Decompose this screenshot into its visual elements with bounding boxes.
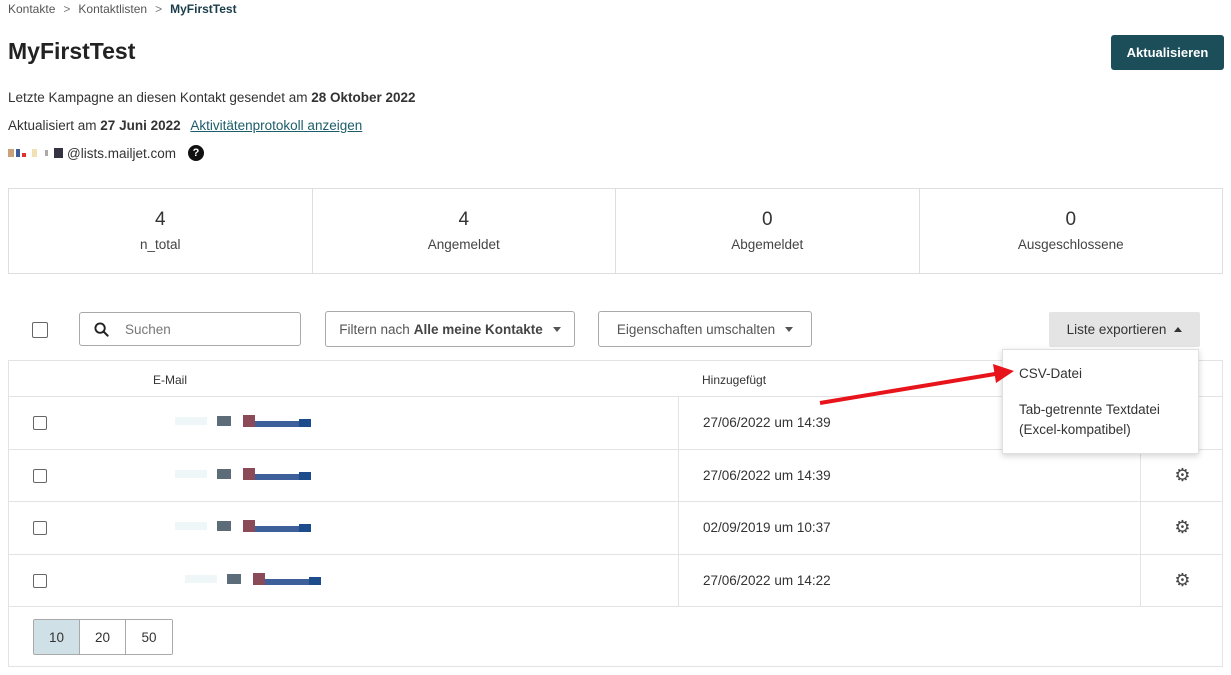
last-campaign-label: Letzte Kampagne an diesen Kontakt gesend… [8,90,308,105]
list-email: @lists.mailjet.com ? [8,145,204,161]
table-row: 02/09/2019 um 10:37 ⚙ [9,502,1222,555]
page-size-selector: 10 20 50 [33,619,173,655]
search-input[interactable] [123,320,277,338]
caret-down-icon [552,326,561,332]
stat-value: 4 [458,209,470,230]
breadcrumb-item-contacts[interactable]: Kontakte [8,2,55,16]
export-list-button[interactable]: Liste exportieren [1049,312,1200,347]
breadcrumb-current: MyFirstTest [170,2,237,16]
toggle-properties-label: Eigenschaften umschalten [616,321,776,337]
search-box[interactable] [79,312,301,346]
gear-icon[interactable]: ⚙ [1174,570,1190,591]
row-checkbox[interactable] [33,468,47,483]
pagination-bar: 10 20 50 [8,606,1223,667]
row-actions: ⚙ [1140,502,1224,554]
added-date: 27/06/2022 um 14:39 [678,449,1140,501]
breadcrumb-item-contact-lists[interactable]: Kontaktlisten [78,2,147,16]
redacted-email [175,520,311,532]
filter-value: Alle meine Kontakte [413,321,543,337]
gear-icon[interactable]: ⚙ [1174,465,1190,486]
updated-info: Aktualisiert am 27 Juni 2022 Aktivitäten… [8,118,362,133]
list-email-domain: @lists.mailjet.com [67,145,176,161]
stat-excluded: 0 Ausgeschlossene [920,189,1223,273]
activity-log-link[interactable]: Aktivitätenprotokoll anzeigen [190,118,362,133]
page-title: MyFirstTest [8,38,136,64]
caret-up-icon [1174,327,1183,332]
help-icon[interactable]: ? [187,145,204,161]
table-row: 27/06/2022 um 14:39 ⚙ [9,449,1224,502]
stat-unsubscribed: 0 Abgemeldet [616,189,920,273]
redacted-email [175,467,311,480]
page-size-10[interactable]: 10 [34,620,80,654]
stat-value: 4 [154,209,166,230]
export-csv-option[interactable]: CSV-Datei [1003,364,1198,384]
select-all-checkbox[interactable] [32,322,48,338]
stat-value: 0 [761,209,773,230]
stat-value: 0 [1065,209,1077,230]
row-actions: ⚙ [1140,554,1224,606]
stat-label: Abgemeldet [731,237,804,252]
filter-dropdown[interactable]: Filtern nach Alle meine Kontakte [325,311,575,347]
export-menu: CSV-Datei Tab-getrennte Textdatei (Excel… [1002,349,1199,454]
table-row: 27/06/2022 um 14:22 ⚙ [9,554,1224,607]
added-date: 27/06/2022 um 14:22 [678,554,1140,606]
updated-date: 27 Juni 2022 [100,118,181,133]
column-header-email[interactable]: E-Mail [153,373,187,387]
update-button[interactable]: Aktualisieren [1111,35,1224,70]
row-actions: ⚙ [1140,449,1224,501]
row-checkbox[interactable] [33,573,47,588]
column-header-added[interactable]: Hinzugefügt [702,373,766,387]
export-tsv-option[interactable]: Tab-getrennte Textdatei (Excel-kompatibe… [1003,400,1198,440]
filter-label: Filtern nach [339,321,410,337]
page-size-50[interactable]: 50 [126,620,172,654]
breadcrumb-separator: > [155,2,163,16]
added-date: 02/09/2019 um 10:37 [678,502,1140,554]
redacted-email-local-part [8,148,63,158]
row-checkbox[interactable] [33,416,47,430]
stat-total: 4 n_total [9,189,313,273]
toggle-properties-dropdown[interactable]: Eigenschaften umschalten [598,311,812,347]
stat-subscribed: 4 Angemeldet [313,189,616,273]
caret-down-icon [785,326,794,332]
gear-icon[interactable]: ⚙ [1174,517,1190,538]
stat-label: Angemeldet [427,237,500,252]
breadcrumb-separator: > [63,2,71,16]
search-icon [94,321,109,337]
page-size-20[interactable]: 20 [80,620,126,654]
updated-label: Aktualisiert am [8,118,97,133]
redacted-email [175,415,311,427]
stat-label: Ausgeschlossene [1017,237,1124,252]
last-campaign-info: Letzte Kampagne an diesen Kontakt gesend… [8,90,416,105]
stats-panel: 4 n_total 4 Angemeldet 0 Abgemeldet 0 Au… [8,188,1223,274]
export-list-label: Liste exportieren [1066,322,1167,337]
redacted-email [185,572,321,585]
last-campaign-date: 28 Oktober 2022 [311,90,416,105]
row-checkbox[interactable] [33,521,47,535]
breadcrumb: Kontakte > Kontaktlisten > MyFirstTest [8,2,237,16]
stat-label: n_total [139,237,181,252]
